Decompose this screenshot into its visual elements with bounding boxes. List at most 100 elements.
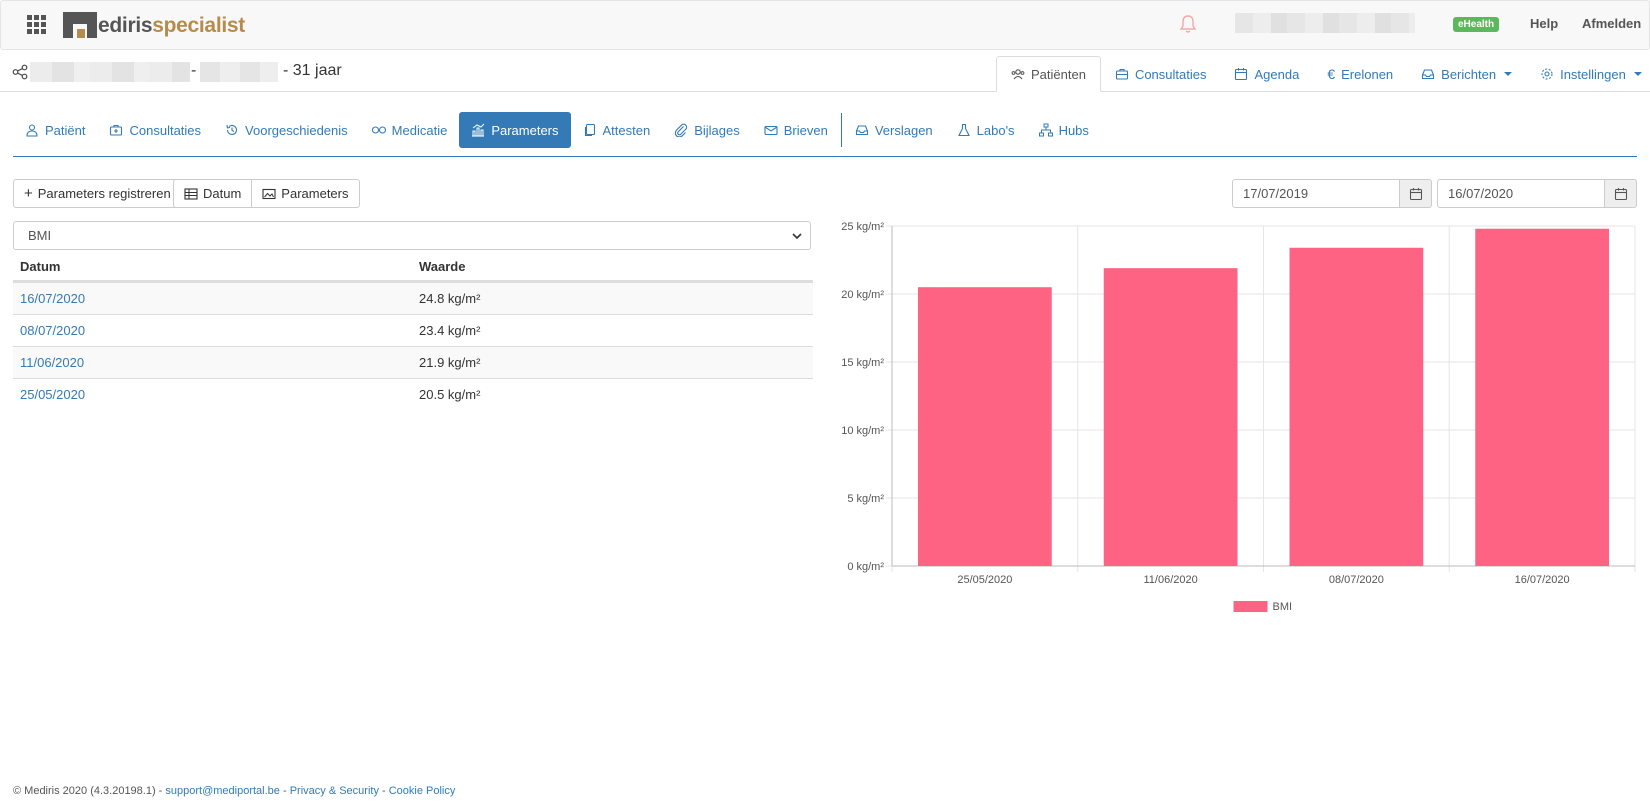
x-tick-label: 08/07/2020 [1329,574,1384,586]
y-tick-label: 20 kg/m² [841,289,884,301]
date-from-calendar-button[interactable] [1400,179,1432,208]
view-by-date-button[interactable]: Datum [173,179,253,208]
row-value: 21.9 kg/m² [419,355,481,370]
x-tick-label: 25/05/2020 [957,574,1012,586]
bell-icon[interactable] [1179,14,1197,34]
subtab-labos[interactable]: Labo's [945,112,1027,148]
subtab-brieven[interactable]: Brieven [752,112,840,148]
inbox-icon [855,125,868,136]
column-header-date: Datum [20,258,61,274]
subtab-verslagen-label: Verslagen [874,122,933,138]
patient-name-redacted [30,62,190,82]
y-tick-label: 15 kg/m² [841,357,884,369]
chart-icon [472,123,485,137]
sub-nav-rule [13,156,1637,157]
envelope-icon [764,125,778,136]
table-icon [184,187,198,200]
subtab-hubs[interactable]: Hubs [1027,112,1101,148]
table-row: 25/05/2020 20.5 kg/m² [13,378,813,410]
calendar-icon [1614,187,1627,200]
date-to-calendar-button[interactable] [1605,179,1637,208]
subtab-parameters[interactable]: Parameters [459,112,571,148]
y-tick-label: 25 kg/m² [841,221,884,233]
caret-down-icon [1504,72,1513,76]
subtab-parameters-label: Parameters [491,122,559,138]
subtab-attesten[interactable]: Attesten [571,112,663,148]
column-header-value: Waarde [419,258,466,274]
logout-link[interactable]: Afmelden [1582,16,1641,31]
subtab-consultaties[interactable]: Consultaties [97,112,213,148]
subtab-labos-label: Labo's [976,122,1015,138]
date-to-input[interactable]: 16/07/2020 [1437,179,1605,208]
subtab-voorgeschiedenis[interactable]: Voorgeschiedenis [213,112,360,148]
patient-id-redacted [200,62,278,82]
row-date-link[interactable]: 11/06/2020 [20,355,84,370]
tab-erelonen-label: Erelonen [1341,66,1394,82]
parameters-table: Datum Waarde 16/07/2020 24.8 kg/m² 08/07… [13,252,813,410]
tab-consultaties[interactable]: Consultaties [1101,56,1221,92]
row-date-link[interactable]: 25/05/2020 [20,387,85,402]
top-navbar: edirisspecialist eHealth Help Afmelden [0,0,1650,50]
row-value: 20.5 kg/m² [419,387,481,402]
tab-instellingen-label: Instellingen [1560,66,1626,82]
sub-nav-divider [840,113,842,147]
help-link[interactable]: Help [1530,16,1558,31]
subtab-consultaties-label: Consultaties [129,122,202,138]
bar [918,287,1052,566]
tab-agenda[interactable]: Agenda [1220,56,1313,92]
parameter-select[interactable]: BMI [13,221,811,250]
view-by-parameters-label: Parameters [281,186,349,201]
bmi-bar-chart: 0 kg/m² 5 kg/m² 10 kg/m² 15 kg/m² 20 kg/m² 25… [841,221,1636,613]
row-date-link[interactable]: 16/07/2020 [20,291,85,306]
privacy-link[interactable]: Privacy & Security [290,785,379,797]
row-value: 24.8 kg/m² [419,291,481,306]
medkit-icon [110,124,123,136]
register-parameters-button[interactable]: + Parameters registreren [13,179,182,208]
subtab-patient[interactable]: Patiënt [13,112,97,148]
parameter-select-value: BMI [28,228,52,243]
view-by-date-label: Datum [203,186,242,201]
pills-icon [371,126,386,134]
legend-label: BMI [1273,601,1293,613]
euro-icon: € [1327,66,1336,82]
y-tick-label: 0 kg/m² [847,561,884,573]
view-by-parameters-button[interactable]: Parameters [252,179,360,208]
image-icon [262,188,276,199]
chevron-down-icon [792,233,802,240]
patient-sub-nav: Patiënt Consultaties Voorgeschiedenis Me… [13,112,1101,148]
subtab-attesten-label: Attesten [602,122,651,138]
logo[interactable]: edirisspecialist [63,10,245,38]
history-icon [226,124,238,135]
subtab-voorgeschiedenis-label: Voorgeschiedenis [245,122,348,138]
table-row: 11/06/2020 21.9 kg/m² [13,346,813,378]
copy-icon [584,123,595,137]
row-date-link[interactable]: 08/07/2020 [20,323,85,338]
ehealth-badge[interactable]: eHealth [1453,17,1500,32]
row-value: 23.4 kg/m² [419,323,481,338]
user-icon [26,124,38,137]
bar [1289,247,1424,566]
table-body: 16/07/2020 24.8 kg/m² 08/07/2020 23.4 kg… [13,282,813,410]
date-from-input[interactable]: 17/07/2019 [1232,179,1400,208]
share-icon[interactable] [12,64,28,80]
cookie-policy-link[interactable]: Cookie Policy [389,785,456,797]
subtab-bijlages[interactable]: Bijlages [662,112,752,148]
patient-separator: - [191,62,197,79]
tab-patienten[interactable]: Patiënten [996,56,1101,92]
subtab-medicatie[interactable]: Medicatie [360,112,460,148]
briefcase-icon [1115,68,1128,80]
users-icon [1011,69,1025,80]
subtab-medicatie-label: Medicatie [391,122,448,138]
tab-instellingen[interactable]: Instellingen [1526,56,1650,92]
tab-patienten-label: Patiënten [1031,66,1086,82]
logo-text-2: specialist [152,14,245,37]
tab-berichten[interactable]: Berichten [1407,56,1526,92]
subtab-verslagen[interactable]: Verslagen [843,112,945,148]
footer-separator: - [279,785,290,797]
support-email-link[interactable]: support@mediportal.be [165,785,280,797]
apps-grid-icon[interactable] [27,15,47,34]
user-name-redacted [1235,13,1415,33]
tab-erelonen[interactable]: € Erelonen [1313,56,1407,92]
y-tick-label: 10 kg/m² [841,425,884,437]
footer-copyright: © Mediris 2020 (4.3.20198.1) - [13,785,166,797]
